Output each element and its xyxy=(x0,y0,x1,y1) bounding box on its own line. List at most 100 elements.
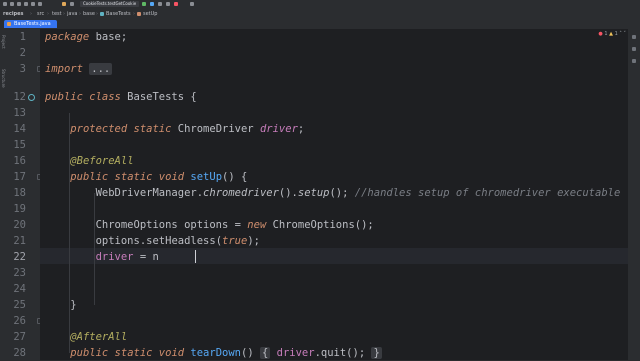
folded-imports[interactable]: ... xyxy=(89,63,113,75)
line-number[interactable]: 2 xyxy=(8,45,26,61)
breadcrumb-item-test[interactable]: test xyxy=(52,9,62,19)
method-icon xyxy=(137,12,141,16)
line-number[interactable]: 3 xyxy=(8,61,26,77)
line-number[interactable]: 12 xyxy=(8,89,26,105)
debug-icon[interactable] xyxy=(150,2,154,6)
run-configuration-select[interactable]: CookieTests.testGetCookie xyxy=(80,1,140,7)
line-number[interactable]: 19 xyxy=(8,201,26,217)
coverage-icon[interactable] xyxy=(158,2,162,6)
line-number[interactable]: 15 xyxy=(8,137,26,153)
method-token: tearDown xyxy=(184,347,241,359)
line-number-current[interactable]: 22 xyxy=(8,249,26,265)
code-line-26: } xyxy=(45,297,77,313)
line-number[interactable]: 17 xyxy=(8,169,26,185)
run-icon[interactable] xyxy=(142,2,146,6)
code-text: BaseTests { xyxy=(120,91,197,103)
code-text: () xyxy=(241,347,260,359)
error-count: 1 xyxy=(604,31,608,37)
code-text: options. xyxy=(95,235,147,247)
annotation-token: @AfterAll xyxy=(70,331,128,343)
back-icon[interactable] xyxy=(31,2,35,6)
chevron-down-icon[interactable]: ˅ xyxy=(624,31,627,37)
keyword-token: package xyxy=(45,31,90,43)
breadcrumb-item-project[interactable]: recipes xyxy=(3,9,23,19)
code-text: base; xyxy=(89,31,128,43)
code-line-12: public class BaseTests { xyxy=(45,89,197,105)
code-text: () { xyxy=(222,171,248,183)
breadcrumb-separator: › xyxy=(63,11,65,17)
breadcrumb-separator: › xyxy=(79,11,81,17)
line-number[interactable]: 20 xyxy=(8,217,26,233)
breadcrumb-item-method[interactable]: setUp xyxy=(143,9,157,19)
tab-label: BaseTests.java xyxy=(14,21,51,27)
line-number[interactable]: 24 xyxy=(8,281,26,297)
forward-icon[interactable] xyxy=(38,2,42,6)
breadcrumb-separator: › xyxy=(30,11,32,17)
code-editor[interactable]: package base; import ... public class Ba… xyxy=(40,29,628,360)
breadcrumb-separator: › xyxy=(47,11,49,17)
breadcrumb-item-src[interactable]: src xyxy=(37,9,44,19)
search-icon[interactable] xyxy=(190,2,194,6)
code-line-17: public static void setUp() { xyxy=(45,169,247,185)
line-number[interactable]: 25 xyxy=(8,297,26,313)
keyword-token: true xyxy=(222,235,248,247)
code-text: = n xyxy=(133,251,159,263)
maven-icon[interactable] xyxy=(632,59,636,63)
line-number[interactable]: 18 xyxy=(8,185,26,201)
type-token: ChromeDriver xyxy=(171,123,260,135)
open-folder-icon[interactable] xyxy=(10,2,14,6)
keyword-token: public class xyxy=(45,91,121,103)
save-icon[interactable] xyxy=(17,2,21,6)
code-line-20: ChromeOptions options = new ChromeOption… xyxy=(45,217,374,233)
code-text: ); xyxy=(247,235,260,247)
warning-icon: ▲ xyxy=(609,31,614,37)
code-text: } xyxy=(70,299,77,311)
breadcrumb-separator: › xyxy=(96,11,98,17)
test-runner-icon[interactable] xyxy=(70,2,74,6)
code-line-22: driver = n xyxy=(45,249,159,265)
line-number[interactable]: 14 xyxy=(8,121,26,137)
code-line-28: public static void tearDown() { driver.q… xyxy=(45,345,382,360)
error-icon: ● xyxy=(598,31,603,37)
profile-icon[interactable] xyxy=(166,2,170,6)
breadcrumb-item-base[interactable]: base xyxy=(83,9,95,19)
keyword-token: public static void xyxy=(70,347,185,359)
warning-count: 1 xyxy=(614,31,618,37)
class-token: WebDriverManager. xyxy=(95,187,204,199)
build-hammer-icon[interactable] xyxy=(62,2,66,6)
database-icon[interactable] xyxy=(632,47,636,51)
line-number[interactable]: 16 xyxy=(8,153,26,169)
sync-icon[interactable] xyxy=(24,2,28,6)
stop-icon[interactable] xyxy=(174,2,178,6)
field-token: driver xyxy=(259,123,298,135)
keyword-token: import xyxy=(45,63,83,75)
line-number[interactable]: 1 xyxy=(8,29,26,45)
class-icon xyxy=(100,12,104,16)
menu-icon[interactable] xyxy=(3,2,7,6)
method-call-token: chromedriver xyxy=(203,187,279,199)
breadcrumb-separator: › xyxy=(133,11,135,17)
code-text: ChromeOptions(); xyxy=(266,219,374,231)
folded-block-open[interactable]: { xyxy=(259,347,271,359)
method-call-token: .quit xyxy=(314,347,347,359)
breadcrumb-item-java[interactable]: java xyxy=(67,9,77,19)
chevron-up-icon[interactable]: ˄ xyxy=(619,31,622,37)
line-number[interactable]: 13 xyxy=(8,105,26,121)
line-number[interactable]: 27 xyxy=(8,329,26,345)
line-number[interactable]: 23 xyxy=(8,265,26,281)
line-number[interactable]: 28 xyxy=(8,345,26,361)
inspection-widget[interactable]: ● 1 ▲ 1 ˄ ˅ xyxy=(598,30,626,38)
line-number[interactable]: 21 xyxy=(8,233,26,249)
breadcrumb-item-class[interactable]: BaseTests xyxy=(106,9,131,19)
keyword-token: public static void xyxy=(70,171,185,183)
field-token: driver xyxy=(270,347,315,359)
method-call-token: setHeadless xyxy=(146,235,216,247)
folded-block-close[interactable]: } xyxy=(371,347,382,359)
code-line-27: @AfterAll xyxy=(45,329,127,345)
class-hierarchy-icon[interactable] xyxy=(28,94,35,101)
field-token: driver xyxy=(95,251,134,263)
notifications-icon[interactable] xyxy=(632,35,636,39)
tab-basetests-java[interactable]: BaseTests.java xyxy=(4,20,57,28)
annotation-token: @BeforeAll xyxy=(70,155,134,167)
line-number[interactable]: 26 xyxy=(8,313,26,329)
